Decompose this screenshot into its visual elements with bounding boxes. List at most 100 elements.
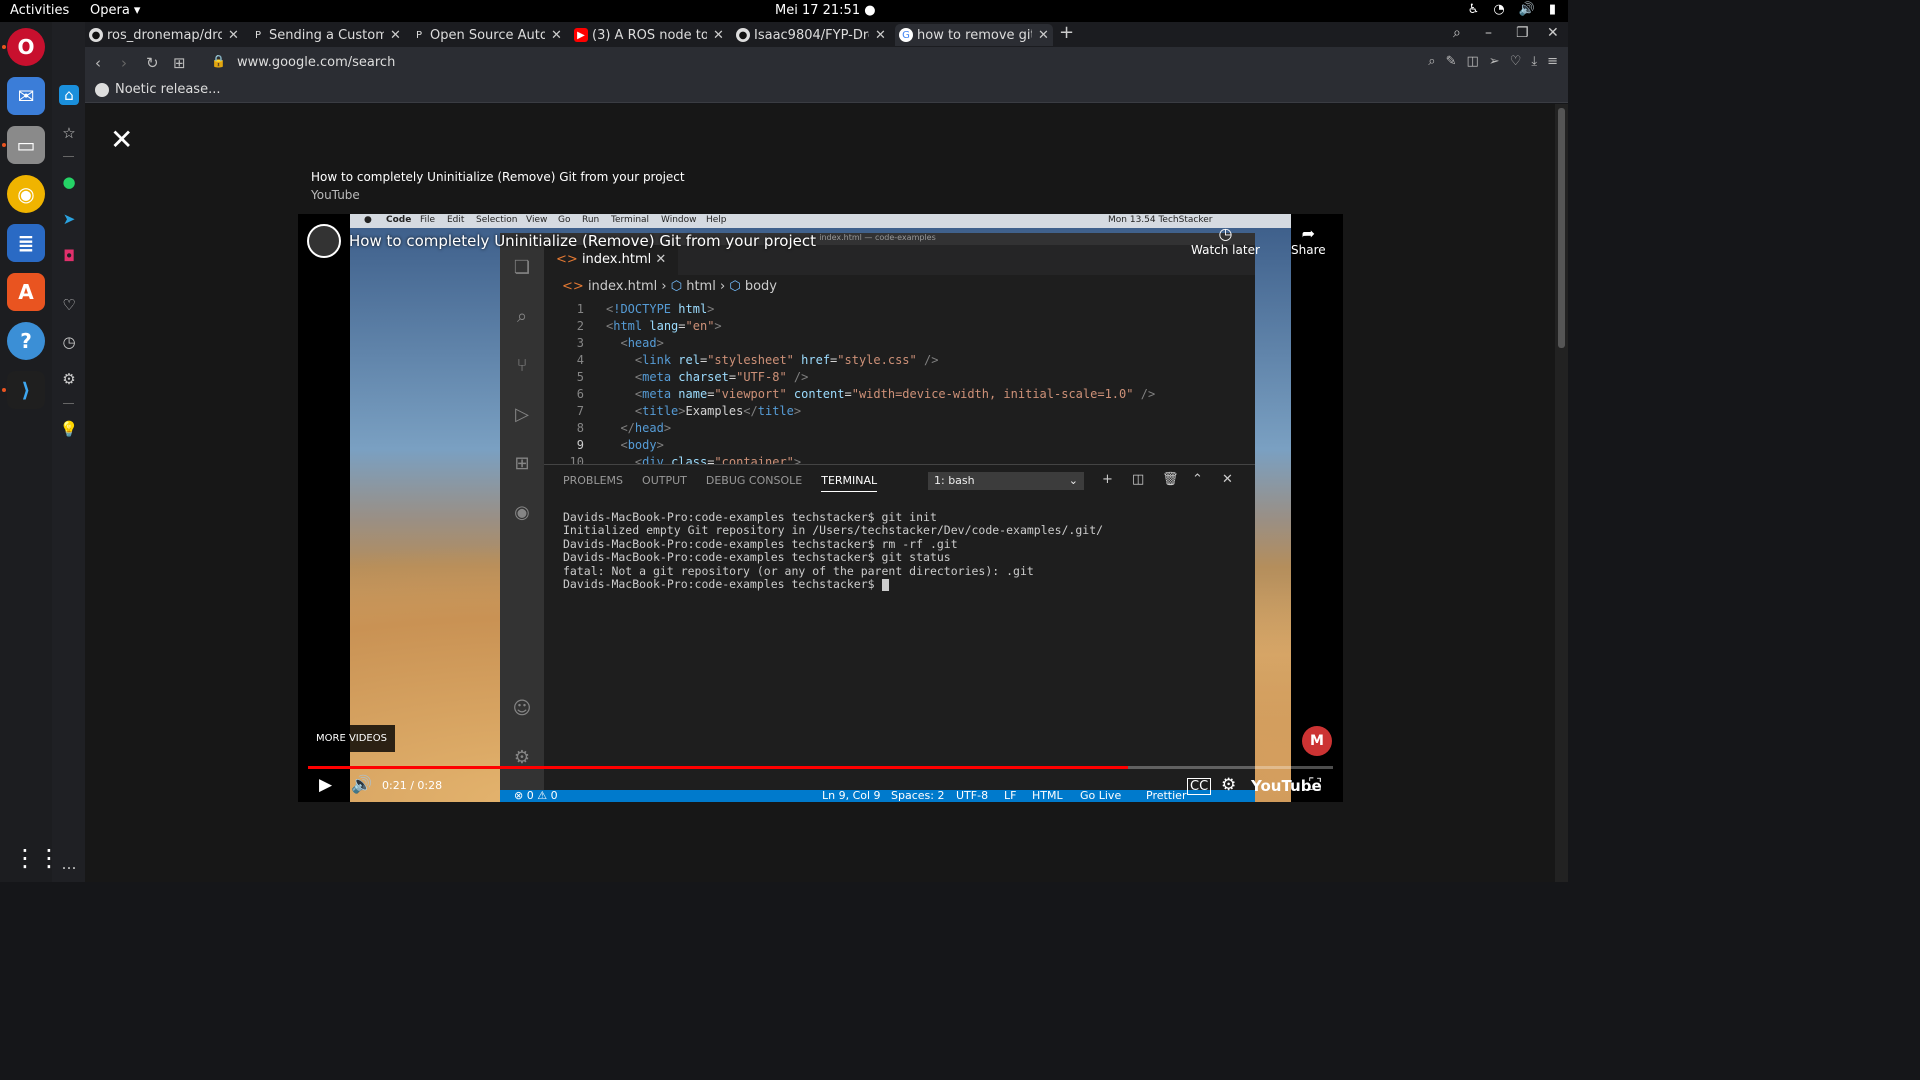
menu-icon[interactable]: ≡: [1547, 54, 1558, 69]
settings-icon[interactable]: ⚙: [59, 369, 79, 389]
camera-icon[interactable]: ◫: [1466, 54, 1478, 69]
forward-button[interactable]: ›: [121, 54, 127, 72]
home-icon[interactable]: ⌂: [59, 85, 79, 105]
browser-tab-active[interactable]: G how to remove githu ✕: [895, 24, 1053, 46]
mac-menu-item: View: [526, 215, 548, 225]
vscode-status-bar: ⊗ 0 ⚠ 0 Ln 9, Col 9 Spaces: 2 UTF-8 LF H…: [500, 789, 1255, 802]
close-tab-icon[interactable]: ✕: [1038, 28, 1049, 43]
chevron-up-icon: ⌃: [1192, 472, 1203, 487]
line-number: 5: [576, 370, 584, 384]
video-title[interactable]: How to completely Uninitialize (Remove) …: [311, 170, 685, 184]
battery-icon[interactable]: ▮: [1549, 2, 1556, 17]
channel-avatar[interactable]: [307, 224, 341, 258]
clock[interactable]: Mei 17 21:51 ●: [775, 3, 876, 18]
browser-tab[interactable]: ● ros_dronemap/dron ✕: [89, 24, 239, 46]
restore-button[interactable]: ❐: [1516, 25, 1529, 41]
split-icon: ◫: [1132, 472, 1145, 487]
browser-tab[interactable]: P Sending a Custom M ✕: [251, 24, 401, 46]
help-icon[interactable]: ?: [7, 322, 45, 360]
close-window-button[interactable]: ✕: [1547, 25, 1559, 41]
more-videos-button[interactable]: MORE VIDEOS: [308, 725, 395, 752]
more-icon[interactable]: …: [59, 854, 79, 874]
panel-tab-debug-console: DEBUG CONSOLE: [705, 474, 803, 487]
software-icon[interactable]: A: [7, 273, 45, 311]
terminal-select: 1: bash ⌄: [928, 472, 1084, 490]
browser-tab[interactable]: ● Isaac9804/FYP-Drone ✕: [736, 24, 886, 46]
watch-later-button[interactable]: ◷ Watch later: [1191, 224, 1260, 257]
back-button[interactable]: ‹: [95, 54, 101, 72]
thunderbird-icon[interactable]: ✉: [7, 77, 45, 115]
accessibility-icon[interactable]: ♿: [1468, 2, 1480, 17]
history-icon[interactable]: ◷: [59, 332, 79, 352]
progress-bar[interactable]: [308, 766, 1333, 769]
settings-icon[interactable]: ⚙: [1221, 775, 1236, 795]
terminal-cursor: [881, 578, 889, 591]
terminal-line: Initialized empty Git repository in /Use…: [563, 523, 1104, 538]
scrollbar[interactable]: [1555, 104, 1568, 882]
search-tabs-icon[interactable]: ⌕: [1453, 25, 1461, 41]
video-player[interactable]: ● Code File Edit Selection View Go Run T…: [298, 214, 1343, 802]
element-icon: ⬡: [670, 279, 683, 294]
vscode-icon[interactable]: ⟩: [7, 371, 45, 409]
search-icon[interactable]: ⌕: [1428, 54, 1435, 69]
time-display: 0:21 / 0:28: [382, 779, 443, 792]
activities-button[interactable]: Activities: [10, 3, 69, 18]
browser-tab[interactable]: P Open Source Autopil ✕: [412, 24, 562, 46]
player-title[interactable]: How to completely Uninitialize (Remove) …: [349, 232, 816, 250]
vscode-window: index.html — code-examples ❏ ⌕ ⑂ ▷ ⊞ ◉ ☺…: [500, 233, 1255, 802]
share-button[interactable]: ➦ Share: [1291, 224, 1326, 257]
line-number: 3: [576, 336, 584, 350]
close-tab-icon[interactable]: ✕: [390, 28, 401, 43]
play-icon[interactable]: ▶: [319, 775, 332, 795]
tab-title: Sending a Custom M: [269, 27, 384, 43]
heart-icon[interactable]: ♡: [1510, 54, 1522, 69]
tabs-grid-icon[interactable]: ⊞: [173, 54, 186, 72]
scrollbar-thumb[interactable]: [1558, 108, 1565, 348]
breadcrumb-item: index.html: [587, 279, 658, 294]
minimize-button[interactable]: –: [1485, 25, 1492, 41]
close-tab-icon[interactable]: ✕: [713, 28, 724, 43]
mac-menu-item: Selection: [476, 215, 518, 225]
wifi-icon[interactable]: ◔: [1493, 2, 1504, 17]
reload-button[interactable]: ↻: [146, 54, 159, 72]
close-tab-icon[interactable]: ✕: [228, 28, 239, 43]
run-debug-icon: ▷: [515, 403, 529, 425]
url-field[interactable]: www.google.com/search: [237, 55, 395, 70]
bookmarks-bar: Noetic release...: [85, 77, 1568, 103]
writer-icon[interactable]: ≣: [7, 224, 45, 262]
captions-icon[interactable]: CC: [1187, 778, 1212, 795]
rhythmbox-icon[interactable]: ◉: [7, 175, 45, 213]
volume-icon[interactable]: 🔊: [351, 775, 372, 795]
bookmark-item[interactable]: Noetic release...: [95, 82, 220, 97]
lightbulb-icon[interactable]: 💡: [59, 419, 79, 439]
app-menu[interactable]: Opera ▾: [90, 3, 140, 18]
tab-title: ros_dronemap/dron: [107, 27, 222, 43]
channel-watermark[interactable]: M: [1302, 726, 1332, 756]
github-icon: ●: [89, 28, 103, 42]
files-icon[interactable]: ▭: [7, 126, 45, 164]
volume-icon[interactable]: 🔊: [1519, 2, 1535, 17]
mac-menu-item: Help: [706, 215, 727, 225]
panel-tab-output: OUTPUT: [642, 474, 687, 487]
instagram-icon[interactable]: ◘: [59, 246, 79, 266]
code-line: <html lang="en">: [606, 319, 722, 333]
star-icon[interactable]: ☆: [59, 123, 79, 143]
terminal-line: Davids-MacBook-Pro:code-examples techsta…: [563, 536, 958, 551]
code-line: <link rel="stylesheet" href="style.css" …: [634, 353, 939, 367]
close-icon[interactable]: ✕: [110, 126, 133, 154]
telegram-icon[interactable]: ➤: [59, 209, 79, 229]
opera-icon[interactable]: O: [7, 28, 45, 66]
fullscreen-icon[interactable]: ⛶: [1309, 775, 1321, 795]
new-tab-button[interactable]: +: [1059, 22, 1074, 43]
heart-icon[interactable]: ♡: [59, 295, 79, 315]
send-icon[interactable]: ➢: [1489, 54, 1500, 69]
close-tab-icon[interactable]: ✕: [551, 28, 562, 43]
lock-icon[interactable]: 🔒: [211, 54, 226, 68]
edit-icon[interactable]: ✎: [1446, 54, 1457, 69]
browser-tab[interactable]: ▶ (3) A ROS node to co ✕: [574, 24, 724, 46]
download-icon[interactable]: ⤓: [1531, 54, 1537, 69]
close-tab-icon[interactable]: ✕: [875, 28, 886, 43]
share-label: Share: [1291, 243, 1326, 257]
system-tray[interactable]: ♿ ◔ 🔊 ▮: [1468, 2, 1556, 17]
whatsapp-icon[interactable]: ●: [59, 172, 79, 192]
